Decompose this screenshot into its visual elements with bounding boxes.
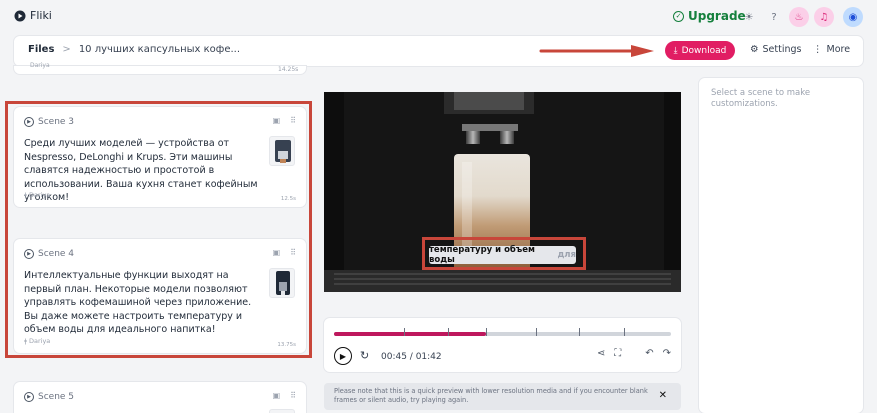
scene-marker[interactable] (579, 328, 580, 336)
more-vertical-icon: ⋮ (813, 44, 823, 55)
app-name: Fliki (30, 9, 52, 22)
settings-button[interactable]: ⚙ Settings (750, 44, 802, 55)
upgrade-button[interactable]: ✓ Upgrade (673, 9, 746, 23)
scene-voice: Dariya (30, 62, 50, 69)
flame-icon: ♨ (794, 11, 804, 23)
download-label: Download (681, 45, 727, 56)
user-icon: ◉ (848, 11, 858, 23)
theme-toggle-button[interactable]: ☀ (739, 7, 759, 27)
play-button[interactable]: ▶ (334, 347, 352, 365)
preview-notice: Please note that this is a quick preview… (324, 383, 681, 410)
app-logo[interactable]: Fliki (14, 9, 52, 22)
scene-marker[interactable] (624, 328, 625, 336)
streak-button[interactable]: ♨ (789, 7, 809, 27)
scene-header: ▶ Scene 5 (24, 392, 74, 402)
scene-card-previous[interactable] (14, 66, 306, 74)
download-icon: ⤓ (673, 45, 678, 56)
notifications-button[interactable]: ♫ (814, 7, 834, 27)
annotation-arrow-icon (539, 45, 654, 57)
breadcrumb: Files > 10 лучших капсульных кофе... (28, 44, 240, 55)
undo-icon[interactable]: ↶ (645, 348, 653, 359)
project-header: Files > 10 лучших капсульных кофе... (14, 36, 863, 66)
media-icon[interactable]: ▣ (273, 391, 281, 400)
annotation-subtitle-box (422, 237, 586, 270)
gear-icon: ⚙ (750, 44, 759, 55)
top-bar: Fliki ✓ Upgrade ☀ ? ♨ ♫ ◉ (0, 0, 877, 34)
scene-marker[interactable] (536, 328, 537, 336)
play-circle-icon[interactable]: ▶ (24, 392, 34, 402)
customization-panel: Select a scene to make customizations. (699, 78, 863, 413)
annotation-highlight-box (5, 101, 312, 358)
check-circle-icon: ✓ (673, 10, 684, 22)
project-title[interactable]: 10 лучших капсульных кофе... (79, 44, 240, 55)
help-icon: ? (771, 11, 777, 23)
player-controls: ▶ ↻ 00:45 / 01:42 ⋖ ⛶ ↶ ↷ (324, 318, 681, 372)
play-icon: ▶ (339, 351, 347, 361)
breadcrumb-files-link[interactable]: Files (28, 44, 54, 55)
bell-icon: ♫ (819, 11, 829, 23)
scene-marker[interactable] (448, 328, 449, 336)
help-button[interactable]: ? (764, 7, 784, 27)
player-actions: ⋖ ⛶ ↶ ↷ (597, 348, 671, 359)
scene-marker[interactable] (404, 328, 405, 336)
scene-duration: 14.25s (278, 66, 299, 73)
replay-button[interactable]: ↻ (360, 349, 369, 362)
scene-actions: ▣ ⠿ (273, 391, 296, 400)
more-button[interactable]: ⋮ More (813, 44, 850, 55)
fullscreen-icon[interactable]: ⛶ (614, 348, 621, 359)
upgrade-label: Upgrade (688, 9, 746, 23)
drag-handle-icon[interactable]: ⠿ (290, 391, 296, 400)
notice-text: Please note that this is a quick preview… (334, 387, 648, 404)
more-label: More (826, 44, 851, 55)
redo-icon[interactable]: ↷ (663, 348, 671, 359)
share-icon[interactable]: ⋖ (597, 348, 605, 359)
progress-fill (334, 332, 486, 336)
scene-label: Scene 5 (38, 392, 75, 402)
panel-hint: Select a scene to make customizations. (711, 88, 811, 109)
scene-card-5[interactable]: ▶ Scene 5 ▣ ⠿ (14, 382, 306, 413)
close-icon[interactable]: ✕ (659, 390, 667, 401)
download-button[interactable]: ⤓ Download (665, 41, 735, 60)
scene-marker[interactable] (486, 328, 487, 336)
profile-button[interactable]: ◉ (843, 7, 863, 27)
fliki-logo-icon (14, 10, 26, 21)
sun-icon: ☀ (744, 11, 754, 23)
settings-label: Settings (762, 44, 802, 55)
progress-slider[interactable] (334, 328, 671, 336)
playback-time: 00:45 / 01:42 (381, 352, 442, 362)
replay-icon: ↻ (360, 349, 370, 362)
scene-thumbnail[interactable] (269, 409, 295, 413)
breadcrumb-separator: > (62, 44, 71, 55)
